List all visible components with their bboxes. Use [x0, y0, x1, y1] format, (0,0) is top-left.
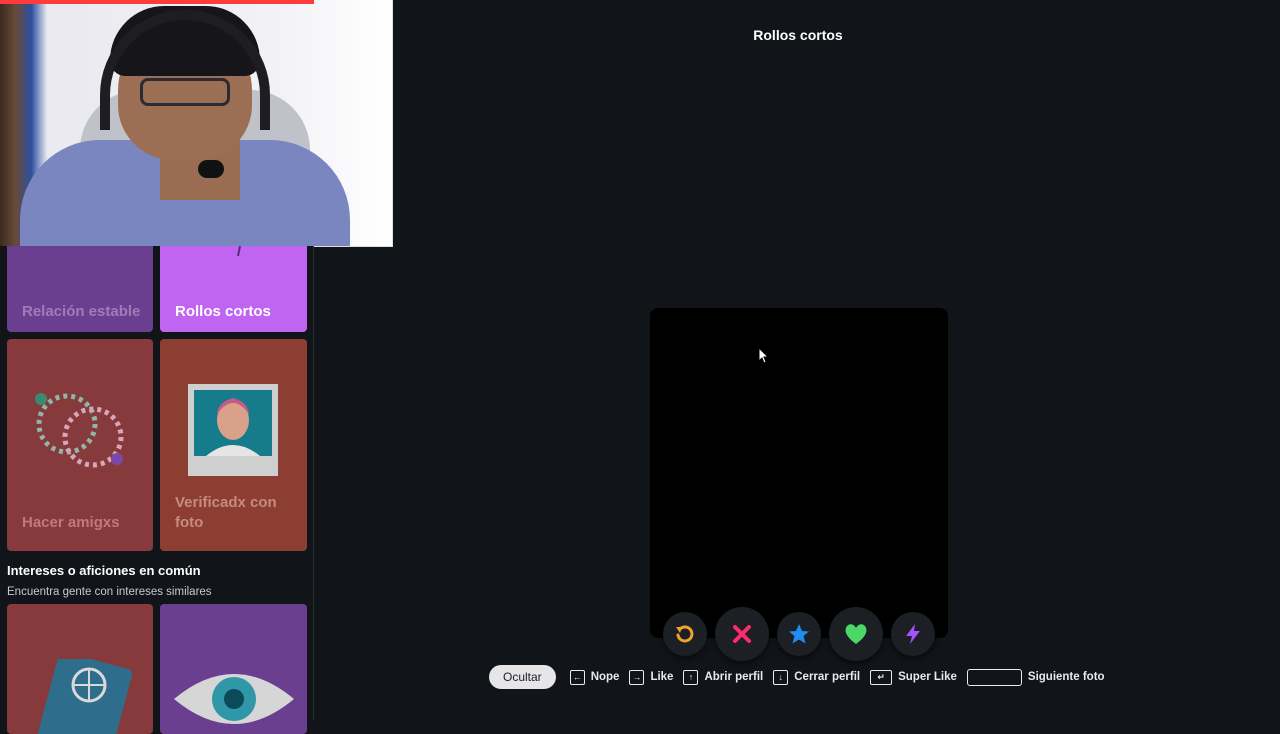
tile-eye[interactable] [160, 604, 307, 734]
shortcut-bar: Ocultar ← Nope → Like ↑ Abrir perfil ↓ C… [489, 665, 1115, 689]
shortcut-close-profile: ↓ Cerrar perfil [773, 669, 861, 685]
video-progress-bar [0, 0, 314, 4]
arrow-right-key-icon: → [629, 669, 645, 685]
shortcut-label: Like [650, 671, 674, 683]
shortcut-open-profile: ↑ Abrir perfil [683, 669, 764, 685]
friendship-bracelets-icon [35, 393, 124, 468]
eye-icon [174, 674, 294, 724]
nope-x-icon [733, 625, 751, 643]
enter-key-icon: ↵ [870, 669, 893, 685]
tile-label: Relación estable [22, 303, 141, 320]
card-player[interactable] [650, 308, 948, 638]
shortcut-super-like: ↵ Super Like [870, 669, 957, 685]
shortcut-label: Abrir perfil [704, 671, 764, 683]
like-heart-icon [845, 624, 867, 644]
tile-passport[interactable] [7, 604, 153, 734]
section-title: Intereses o aficiones en común [7, 563, 201, 578]
lollipop-icon [237, 246, 241, 257]
like-button[interactable] [829, 607, 883, 661]
rewind-icon [676, 625, 694, 643]
boost-button[interactable] [891, 612, 935, 656]
passport-icon [37, 659, 133, 734]
tile-label: Verificadx con foto [175, 494, 277, 531]
space-key-icon [966, 668, 1022, 686]
tile-label: Hacer amigxs [22, 514, 120, 531]
rewind-button[interactable] [663, 612, 707, 656]
shortcut-label: Nope [590, 671, 620, 683]
section-subtitle: Encuentra gente con intereses similares [7, 586, 212, 598]
arrow-up-key-icon: ↑ [683, 669, 699, 685]
hide-shortcuts-button[interactable]: Ocultar [489, 665, 556, 689]
action-bar [650, 606, 948, 662]
shortcut-label: Siguiente foto [1027, 671, 1105, 683]
tile-verificadx-con-foto[interactable]: Verificadx con foto [160, 339, 307, 551]
verified-photo-icon [188, 384, 278, 476]
super-like-button[interactable] [777, 612, 821, 656]
arrow-down-key-icon: ↓ [773, 669, 789, 685]
shortcut-next-photo: Siguiente foto [966, 668, 1105, 686]
shortcut-nope: ← Nope [569, 669, 620, 685]
super-like-star-icon [789, 624, 809, 644]
boost-bolt-icon [906, 624, 920, 644]
page-title: Rollos cortos [753, 27, 843, 43]
arrow-left-key-icon: ← [569, 669, 585, 685]
tile-rollos-cortos[interactable]: Rollos cortos [160, 246, 307, 332]
shortcut-label: Super Like [898, 671, 957, 683]
tile-relacion-estable[interactable]: Relación estable [7, 246, 153, 332]
shortcut-label: Cerrar perfil [794, 671, 861, 683]
shortcut-like: → Like [629, 669, 674, 685]
explore-panel: Relación estable Rollos cortos Hacer ami… [0, 246, 314, 734]
mouse-cursor-icon [758, 347, 770, 364]
tile-label: Rollos cortos [175, 303, 271, 320]
nope-button[interactable] [715, 607, 769, 661]
tile-hacer-amigxs[interactable]: Hacer amigxs [7, 339, 153, 551]
